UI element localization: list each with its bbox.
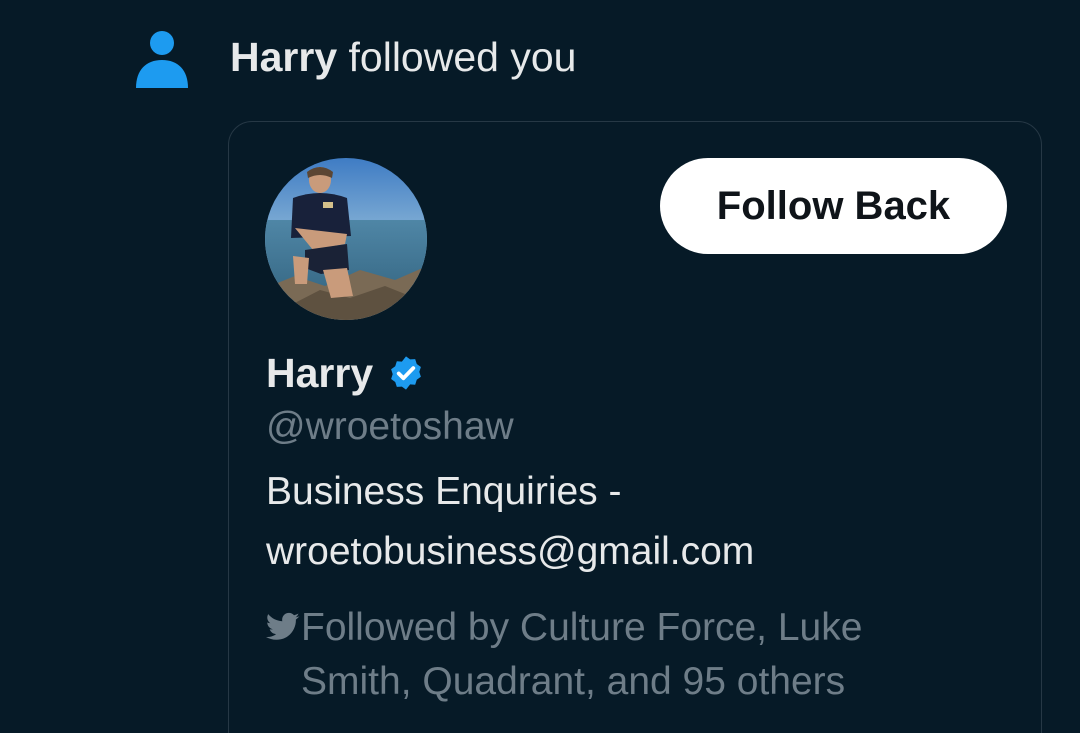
notification-action-text: followed you (337, 34, 577, 80)
followed-by-text: Followed by Culture Force, Luke (301, 606, 863, 649)
followed-by-summary[interactable]: Followed by Culture Force, Luke Smith, Q… (266, 601, 1006, 709)
followed-by-line: Followed by Culture Force, Luke (266, 601, 1006, 655)
bird-icon (266, 612, 300, 640)
user-bio: Business Enquiries - wroetobusiness@gmai… (266, 462, 1006, 582)
notification-text: Harry followed you (230, 33, 576, 81)
followed-by-line: Smith, Quadrant, and 95 others (301, 660, 846, 703)
user-handle[interactable]: @wroetoshaw (266, 404, 514, 450)
user-display-name-row: Harry (266, 349, 425, 397)
verified-badge-icon (391, 356, 422, 390)
user-bio-line: Business Enquiries - (266, 470, 622, 513)
user-display-name[interactable]: Harry (266, 349, 373, 397)
person-icon (136, 31, 188, 88)
user-bio-line: wroetobusiness@gmail.com (266, 530, 755, 573)
notification-page: Harry followed you Follow Back Harry @wr… (0, 0, 1080, 733)
avatar[interactable] (265, 158, 427, 320)
follow-back-button[interactable]: Follow Back (660, 158, 1007, 254)
notification-actor-name[interactable]: Harry (230, 34, 337, 80)
